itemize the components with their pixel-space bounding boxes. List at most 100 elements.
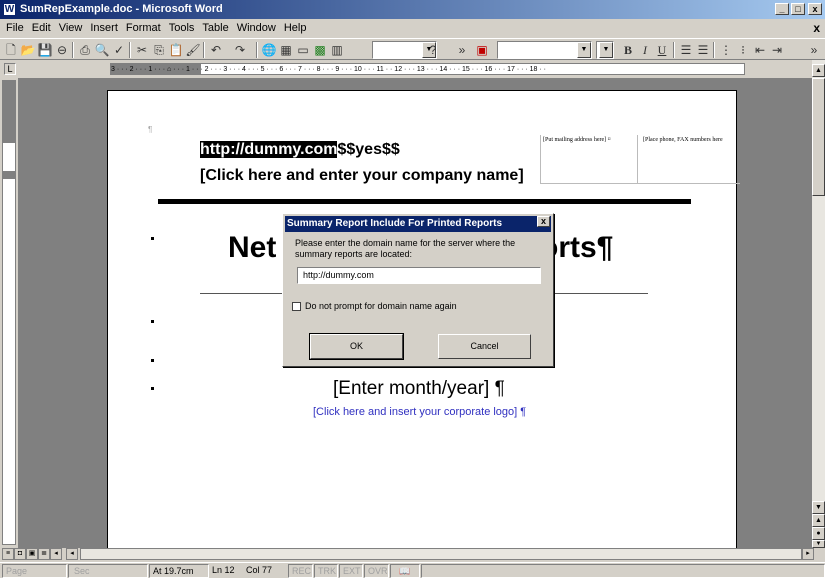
italic-icon[interactable]: I [637, 42, 653, 58]
selected-url[interactable]: http://dummy.com [200, 141, 338, 158]
reading-layout-icon[interactable]: ◂ [50, 548, 62, 560]
close-button[interactable]: x [808, 3, 822, 15]
save-icon[interactable]: 💾 [37, 42, 53, 58]
overflow-icon[interactable]: » [454, 42, 470, 58]
ruler-row: L 3 · · · 2 · · · 1 · · · ⌂ · · · 1 · · … [0, 60, 825, 78]
style-combo[interactable]: ▼ [497, 41, 592, 59]
spelling-icon[interactable]: ✓ [111, 42, 127, 58]
chevron-down-icon[interactable]: ▼ [577, 42, 591, 58]
do-not-prompt-label[interactable]: Do not prompt for domain name again [305, 301, 457, 311]
menu-tools[interactable]: Tools [165, 19, 199, 37]
redo-icon[interactable]: ↷ [232, 42, 248, 58]
print-layout-icon[interactable]: ▣ [26, 548, 38, 560]
menu-insert[interactable]: Insert [86, 19, 122, 37]
bold-icon[interactable]: B [620, 42, 636, 58]
address-cell[interactable]: [Put mailing address here] ¤ [543, 137, 611, 143]
outline-view-icon[interactable]: ≣ [38, 548, 50, 560]
hscroll-track[interactable] [80, 548, 802, 560]
chevron-down-icon[interactable]: ▼ [599, 42, 613, 58]
header-url-line[interactable]: http://dummy.com$$yes$$ [200, 141, 400, 159]
tab-selector[interactable]: L [4, 63, 16, 75]
status-rec[interactable]: REC [288, 564, 313, 578]
cut-icon[interactable]: ✂ [134, 42, 150, 58]
numbering-icon[interactable]: ⋮ [718, 42, 734, 58]
horizontal-scrollbar[interactable]: ≡ ◘ ▣ ≣ ◂ ◂ ▸ [0, 548, 825, 561]
paste-icon[interactable]: 📋 [168, 42, 184, 58]
table-border [637, 135, 638, 183]
scroll-down-icon[interactable]: ▼ [812, 501, 825, 514]
ok-button[interactable]: OK [309, 333, 404, 360]
center-icon[interactable]: ☰ [695, 42, 711, 58]
underline-icon[interactable]: U [654, 42, 670, 58]
help-icon[interactable]: ? [425, 42, 441, 58]
status-section: Sec [68, 564, 148, 578]
print-preview-icon[interactable]: 🔍 [94, 42, 110, 58]
web-layout-icon[interactable]: ◘ [14, 548, 26, 560]
bullets-icon[interactable]: ⁝ [735, 42, 751, 58]
scroll-up-icon[interactable]: ▲ [812, 64, 825, 77]
decrease-indent-icon[interactable]: ⇤ [752, 42, 768, 58]
logo-placeholder[interactable]: [Click here and insert your corporate lo… [313, 406, 526, 418]
undo-icon[interactable]: ↶ [208, 42, 224, 58]
normal-view-icon[interactable]: ≡ [2, 548, 14, 560]
phone-cell[interactable]: [Place phone, FAX numbers here [643, 137, 723, 143]
menu-format[interactable]: Format [122, 19, 165, 37]
scroll-left-icon[interactable]: ◂ [66, 548, 78, 560]
spelling-status-icon[interactable]: 📖 [390, 564, 420, 578]
increase-indent-icon[interactable]: ⇥ [769, 42, 785, 58]
toolbar-overflow-icon[interactable]: » [806, 42, 822, 58]
menu-table[interactable]: Table [198, 19, 232, 37]
dialog-title[interactable]: Summary Report Include For Printed Repor… [285, 216, 551, 232]
table-border [540, 135, 541, 183]
dialog-prompt: Please enter the domain name for the ser… [295, 238, 516, 259]
print-icon[interactable]: ⎙ [77, 42, 93, 58]
toolbar-separator [72, 42, 74, 58]
toolbar-separator [713, 42, 715, 58]
toolbar-separator [673, 42, 675, 58]
status-ovr[interactable]: OVR [364, 564, 389, 578]
close-document-icon[interactable]: x [813, 21, 820, 35]
permission-icon[interactable]: ⊖ [54, 42, 70, 58]
maximize-button[interactable]: □ [791, 3, 805, 15]
cancel-button[interactable]: Cancel [438, 334, 531, 359]
research-icon[interactable]: ▣ [474, 42, 490, 58]
horizontal-ruler[interactable]: 3 · · · 2 · · · 1 · · · ⌂ · · · 1 · · · … [110, 63, 745, 75]
vertical-scrollbar[interactable]: ▲ ▼ ▲ ● ▼ [812, 60, 825, 548]
status-trk[interactable]: TRK [314, 564, 338, 578]
status-page: Page [2, 564, 67, 578]
vertical-ruler[interactable] [2, 80, 16, 545]
tables-icon[interactable]: ▦ [278, 42, 294, 58]
scroll-right-icon[interactable]: ▸ [802, 548, 814, 560]
status-ext[interactable]: EXT [339, 564, 363, 578]
menu-file[interactable]: File [2, 19, 28, 37]
format-painter-icon[interactable]: 🖌 [185, 42, 201, 58]
next-page-icon[interactable]: ▼ [812, 540, 825, 548]
select-browse-object-icon[interactable]: ● [812, 527, 825, 540]
columns-icon[interactable]: ▥ [329, 42, 345, 58]
dialog-close-button[interactable]: x [537, 216, 550, 227]
font-size-combo[interactable]: ▼ [596, 41, 614, 59]
new-icon[interactable]: 🗋 [3, 42, 19, 58]
menu-view[interactable]: View [55, 19, 87, 37]
copy-icon[interactable]: ⎘ [151, 42, 167, 58]
window-title: SumRepExample.doc - Microsoft Word [20, 3, 223, 15]
previous-page-icon[interactable]: ▲ [812, 514, 825, 527]
menu-window[interactable]: Window [233, 19, 280, 37]
word-app-icon[interactable]: W [3, 3, 16, 16]
insert-table-icon[interactable]: ▭ [295, 42, 311, 58]
align-left-icon[interactable]: ☰ [678, 42, 694, 58]
excel-icon[interactable]: ▩ [312, 42, 328, 58]
title-bar[interactable]: W SumRepExample.doc - Microsoft Word _ □… [0, 0, 825, 19]
domain-name-input[interactable]: http://dummy.com [297, 267, 541, 284]
report-title-left[interactable]: Net [228, 231, 276, 265]
url-suffix: $$yes$$ [337, 141, 400, 158]
open-icon[interactable]: 📂 [20, 42, 36, 58]
menu-help[interactable]: Help [280, 19, 311, 37]
hyperlink-icon[interactable]: 🌐 [261, 42, 277, 58]
do-not-prompt-checkbox[interactable] [292, 302, 301, 311]
scroll-thumb[interactable] [812, 78, 825, 196]
month-year-field[interactable]: [Enter month/year] ¶ [333, 378, 505, 400]
company-name-field[interactable]: [Click here and enter your company name] [200, 167, 524, 185]
menu-edit[interactable]: Edit [28, 19, 55, 37]
minimize-button[interactable]: _ [775, 3, 789, 15]
